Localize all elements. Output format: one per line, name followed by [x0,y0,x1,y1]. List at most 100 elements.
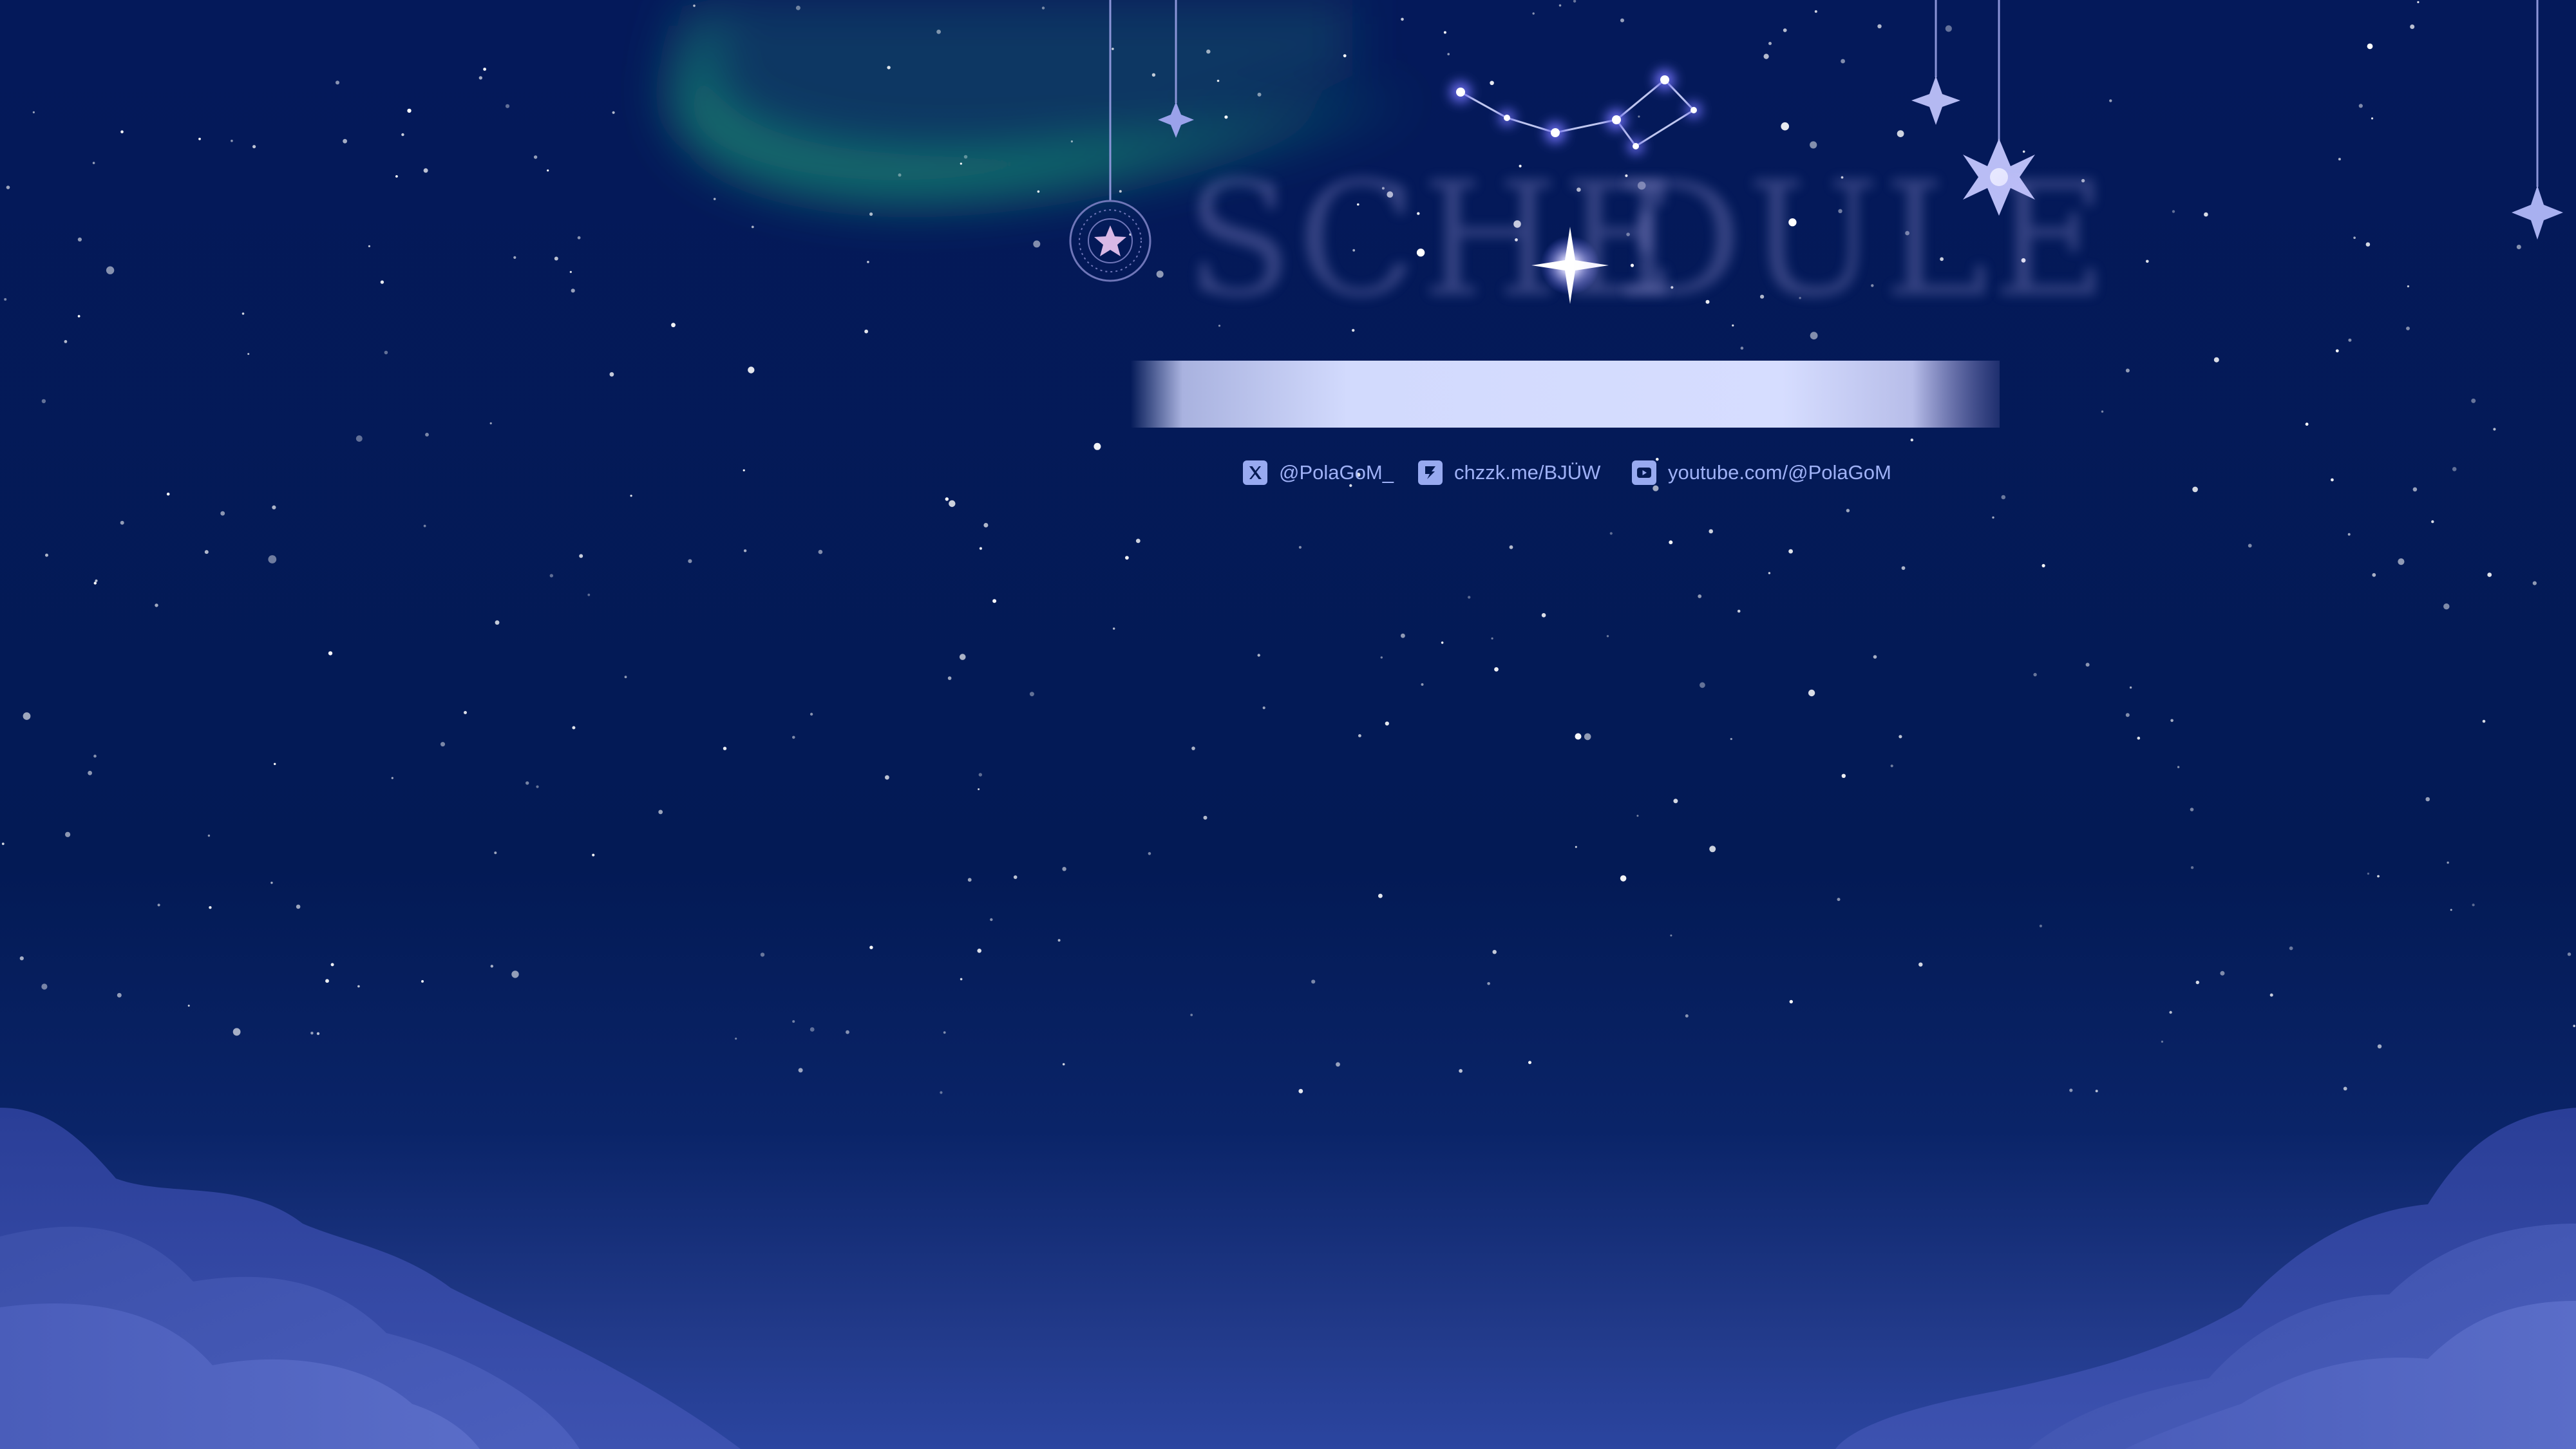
background-star [2041,564,2045,568]
background-star [1358,734,1361,737]
background-star [977,949,981,953]
background-star [77,315,80,317]
background-star [120,130,124,133]
background-star [526,781,529,785]
background-star [1447,53,1450,55]
background-star [979,547,982,550]
background-star [2406,327,2410,330]
background-star [943,1031,946,1034]
background-star [357,985,360,988]
hanging-star-edge-icon [2512,185,2563,240]
background-star [2125,713,2130,717]
background-star [2137,736,2141,740]
background-star [1492,950,1497,954]
background-star [945,497,949,501]
background-star [2410,24,2415,29]
background-star [2398,558,2405,565]
background-star [2452,467,2457,471]
background-star [2447,861,2449,864]
background-star [947,676,952,680]
background-star [1846,509,1850,513]
background-star [1490,80,1494,86]
background-star [1783,28,1787,32]
background-star [992,599,997,603]
background-star [949,500,956,507]
background-star [2417,1,2420,3]
background-star [2335,349,2339,353]
background-star [743,469,745,471]
background-star [2192,486,2198,493]
background-star [242,312,245,315]
background-star [1910,439,1913,442]
background-star [2347,533,2351,536]
background-star [2431,520,2434,524]
hanging-star-sparkle-icon [1911,76,1960,125]
background-star [1810,141,1817,149]
background-star [978,773,983,777]
background-star [1062,867,1066,871]
background-star [1343,54,1347,57]
background-star [1033,240,1041,248]
background-star [658,810,663,815]
background-star [2471,398,2476,403]
background-star [2177,766,2180,768]
background-star [867,261,869,263]
background-star [2365,242,2371,247]
background-star [1311,980,1316,984]
background-star [2039,924,2042,927]
background-star [1041,6,1045,10]
background-star [310,1032,314,1035]
background-star [64,340,68,343]
background-star [743,549,747,553]
background-star [2532,581,2537,585]
background-star [713,198,716,200]
background-star [2493,428,2496,431]
background-star [407,108,412,113]
background-star [19,956,24,961]
background-star [220,511,225,516]
background-star [978,788,980,790]
background-star [630,495,632,497]
background-star [1070,140,1073,143]
schedule-canvas: SCHE DULE @PolaGoM_ chzzk.me/BJÜW youtub… [0,0,2576,1449]
background-star [232,1028,241,1036]
background-star [624,676,627,679]
background-star [592,853,595,857]
background-star [1148,852,1151,855]
background-star [2146,260,2149,263]
background-star [1992,516,1994,519]
background-star [4,298,7,301]
background-star [2213,357,2219,363]
background-star [885,775,889,780]
background-star [166,492,170,496]
background-star [960,978,963,981]
background-star [2472,904,2475,907]
background-star [231,139,233,142]
background-star [1897,130,1904,138]
title-right-part: DULE [1616,148,2112,332]
background-star [792,1020,795,1023]
background-star [1401,17,1404,21]
background-star [2289,946,2293,951]
background-star [2573,1025,2575,1027]
background-star [336,80,339,85]
background-star [95,579,98,582]
background-star [751,225,754,229]
background-star [2204,212,2208,217]
background-star [1491,637,1493,640]
background-star [2371,117,2374,120]
background-star [554,256,558,261]
background-star [187,1005,190,1007]
background-star [1013,875,1018,879]
background-star [671,323,676,328]
background-star [1638,115,1640,118]
background-star [2305,422,2309,426]
background-star [1487,982,1490,985]
background-star [533,155,538,159]
background-star [1380,656,1383,659]
background-star [440,742,445,747]
background-star [1224,115,1228,119]
background-star [898,173,902,177]
background-star [1763,53,1769,59]
background-star [1901,566,1906,570]
